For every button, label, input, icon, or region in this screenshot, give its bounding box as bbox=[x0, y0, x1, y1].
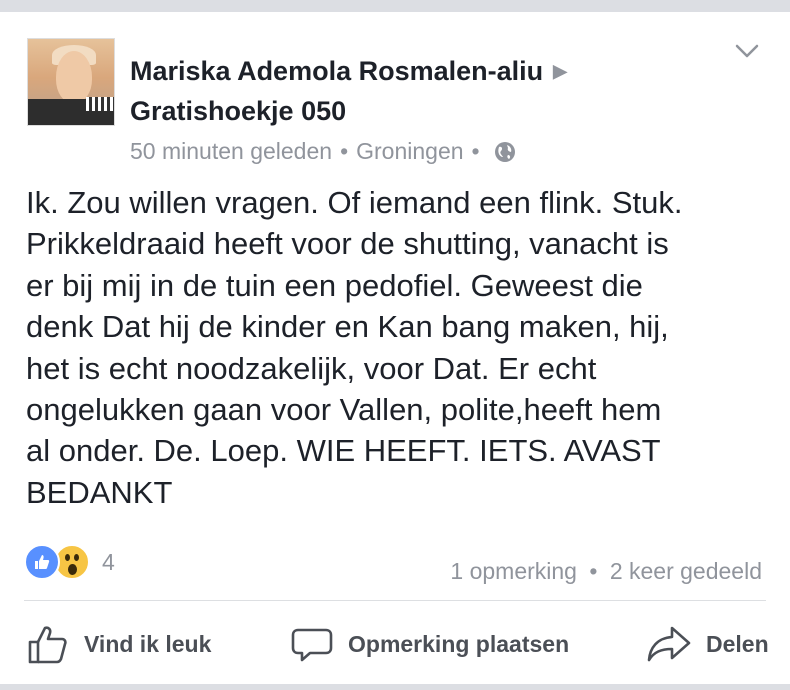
avatar[interactable] bbox=[27, 38, 115, 126]
meta-separator: • bbox=[340, 138, 349, 164]
author-line: Mariska Ademola Rosmalen-aliu ▶ bbox=[130, 56, 567, 87]
group-name[interactable]: Gratishoekje 050 bbox=[130, 96, 346, 127]
chevron-down-icon[interactable] bbox=[734, 42, 760, 60]
like-label: Vind ik leuk bbox=[84, 630, 212, 657]
post-body-line: BEDANKT bbox=[26, 474, 173, 510]
thumbs-up-icon bbox=[28, 626, 67, 664]
stats-separator: • bbox=[589, 558, 598, 584]
globe-icon[interactable] bbox=[494, 141, 516, 163]
post-actions: Vind ik leuk Opmerking plaatsen Delen bbox=[0, 622, 790, 682]
feed-background-bottom bbox=[0, 684, 790, 690]
share-label: Delen bbox=[706, 630, 769, 657]
reaction-count: 4 bbox=[102, 548, 115, 575]
post-body-line: ongelukken gaan voor Vallen, polite,heef… bbox=[26, 392, 662, 428]
author-name[interactable]: Mariska Ademola Rosmalen-aliu bbox=[130, 56, 543, 86]
share-arrow-icon bbox=[647, 626, 691, 662]
post-body-line: het is echt noodzakelijk, voor Dat. Er e… bbox=[26, 350, 597, 386]
comment-button[interactable]: Opmerking plaatsen bbox=[290, 622, 569, 666]
like-button[interactable]: Vind ik leuk bbox=[26, 622, 211, 666]
post-body-line: al onder. De. Loep. WIE HEEFT. IETS. AVA… bbox=[26, 433, 661, 469]
post-timestamp[interactable]: 50 minuten geleden bbox=[130, 138, 332, 165]
share-button[interactable]: Delen bbox=[646, 622, 769, 666]
meta-separator: • bbox=[471, 138, 480, 164]
post-body: Ik. Zou willen vragen. Of iemand een fli… bbox=[26, 182, 771, 513]
post-meta: 50 minuten geleden • Groningen • bbox=[130, 138, 516, 165]
engagement-stats: 1 opmerking • 2 keer gedeeld bbox=[450, 558, 762, 585]
like-reaction-icon bbox=[24, 544, 60, 580]
post-body-line: Ik. Zou willen vragen. Of iemand een fli… bbox=[26, 185, 683, 220]
comment-count[interactable]: 1 opmerking bbox=[450, 558, 577, 584]
share-count[interactable]: 2 keer gedeeld bbox=[610, 558, 762, 584]
arrow-right-icon: ▶ bbox=[553, 61, 567, 81]
post-body-line: denk Dat hij de kinder en Kan bang maken… bbox=[26, 309, 669, 345]
comment-label: Opmerking plaatsen bbox=[348, 630, 570, 657]
divider bbox=[24, 600, 766, 601]
feed-background-top bbox=[0, 0, 790, 12]
speech-bubble-icon bbox=[291, 628, 333, 662]
post-card: Mariska Ademola Rosmalen-aliu ▶ Gratishoe… bbox=[0, 12, 790, 684]
post-location[interactable]: Groningen bbox=[356, 138, 463, 165]
post-body-line: er bij mij in de tuin een pedofiel. Gewe… bbox=[26, 267, 643, 303]
reaction-summary[interactable]: 4 bbox=[24, 544, 115, 580]
post-body-line: Prikkeldraaid heeft voor de shutting, va… bbox=[26, 226, 669, 262]
